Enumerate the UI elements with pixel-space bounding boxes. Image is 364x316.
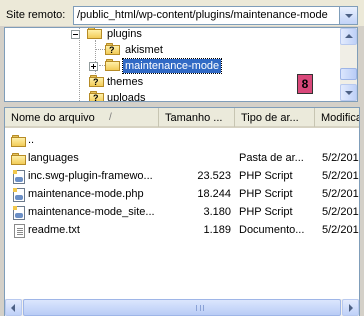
file-size: 23.523 (197, 170, 231, 182)
folder-question-icon: ? (89, 75, 105, 88)
tree-vertical-scrollbar[interactable] (340, 28, 357, 101)
folder-icon (87, 28, 103, 40)
file-modified: 5/2/201 (322, 188, 359, 200)
tree-item-label: plugins (107, 28, 142, 40)
sort-indicator-icon: / (109, 112, 112, 123)
folder-icon (11, 151, 27, 167)
column-header-size[interactable]: Tamanho ... (159, 108, 235, 127)
path-dropdown-button[interactable] (340, 6, 358, 25)
folder-question-icon: ? (105, 43, 121, 56)
file-type: PHP Script (239, 170, 293, 182)
file-row-maintenance-mode-php[interactable]: maintenance-mode.php 18.244 PHP Script 5… (5, 186, 359, 204)
php-file-icon (11, 169, 27, 185)
file-name: maintenance-mode.php (28, 188, 144, 200)
tree-item-themes[interactable]: ? themes (87, 74, 237, 90)
php-file-icon (11, 205, 27, 221)
file-name: maintenance-mode_site... (28, 206, 155, 218)
file-row-readme[interactable]: readme.txt 1.189 Documento... 5/2/201 (5, 222, 359, 240)
file-type: PHP Script (239, 206, 293, 218)
remote-site-bar: Site remoto: /public_html/wp-content/plu… (0, 0, 364, 26)
tree-item-uploads[interactable]: ? uploads (87, 90, 237, 102)
folder-up-icon (11, 133, 27, 149)
column-header-label: Tipo de ar... (241, 112, 299, 124)
scroll-thumb[interactable] (340, 68, 357, 80)
tree-item-label: uploads (107, 92, 146, 102)
file-row-languages[interactable]: languages Pasta de ar... 5/2/201 (5, 150, 359, 168)
file-modified: 5/2/201 (322, 206, 359, 218)
expand-icon[interactable] (89, 62, 98, 71)
overlay-number-badge: 8 (297, 74, 313, 94)
file-size: 3.180 (203, 206, 231, 218)
file-type: PHP Script (239, 188, 293, 200)
php-file-icon (11, 187, 27, 203)
remote-file-list: Nome do arquivo / Tamanho ... Tipo de ar… (4, 107, 360, 316)
file-type: Documento... (239, 224, 305, 236)
remote-path-input[interactable]: /public_html/wp-content/plugins/maintena… (73, 6, 340, 25)
file-name: languages (28, 152, 79, 164)
file-modified: 5/2/201 (322, 170, 359, 182)
scroll-right-icon[interactable] (342, 299, 359, 316)
folder-open-icon (105, 59, 121, 72)
tree-item-maintenance-mode[interactable]: maintenance-mode (87, 58, 267, 74)
file-name: .. (28, 134, 35, 146)
scroll-thumb[interactable] (23, 299, 341, 316)
file-modified: 5/2/201 (322, 224, 359, 236)
file-size: 1.189 (203, 224, 231, 236)
scroll-up-icon[interactable] (340, 28, 357, 45)
column-header-name[interactable]: Nome do arquivo / (5, 108, 159, 127)
tree-item-label: themes (107, 76, 144, 88)
column-header-type[interactable]: Tipo de ar... (235, 108, 315, 127)
column-header-label: Modifica (321, 112, 360, 124)
remote-directory-tree: plugins ? akismet maintenance-mode ? the… (4, 27, 358, 102)
collapse-icon[interactable] (71, 30, 80, 39)
file-modified: 5/2/201 (322, 152, 359, 164)
file-row-parent[interactable]: .. (5, 132, 359, 150)
file-row-maintenance-mode-site[interactable]: maintenance-mode_site... 3.180 PHP Scrip… (5, 204, 359, 222)
column-header-modified[interactable]: Modifica (315, 108, 360, 127)
file-size: 18.244 (197, 188, 231, 200)
column-header-label: Tamanho ... (165, 112, 223, 124)
text-file-icon (11, 223, 27, 239)
file-name: inc.swg-plugin-framewo... (28, 170, 153, 182)
file-list-horizontal-scrollbar[interactable] (5, 299, 359, 316)
remote-site-label: Site remoto: (6, 9, 66, 21)
folder-question-icon: ? (89, 91, 105, 101)
scroll-left-icon[interactable] (5, 299, 22, 316)
tree-item-plugins[interactable]: plugins (69, 28, 269, 42)
file-row-inc-swg-plugin-framework[interactable]: inc.swg-plugin-framewo... 23.523 PHP Scr… (5, 168, 359, 186)
file-type: Pasta de ar... (239, 152, 304, 164)
file-name: readme.txt (28, 224, 80, 236)
tree-item-label: akismet (125, 44, 163, 56)
tree-item-akismet[interactable]: ? akismet (103, 42, 253, 58)
tree-item-label: maintenance-mode (121, 58, 223, 74)
scroll-down-icon[interactable] (340, 84, 357, 101)
file-list-header: Nome do arquivo / Tamanho ... Tipo de ar… (5, 108, 360, 128)
column-header-label: Nome do arquivo (11, 112, 95, 124)
